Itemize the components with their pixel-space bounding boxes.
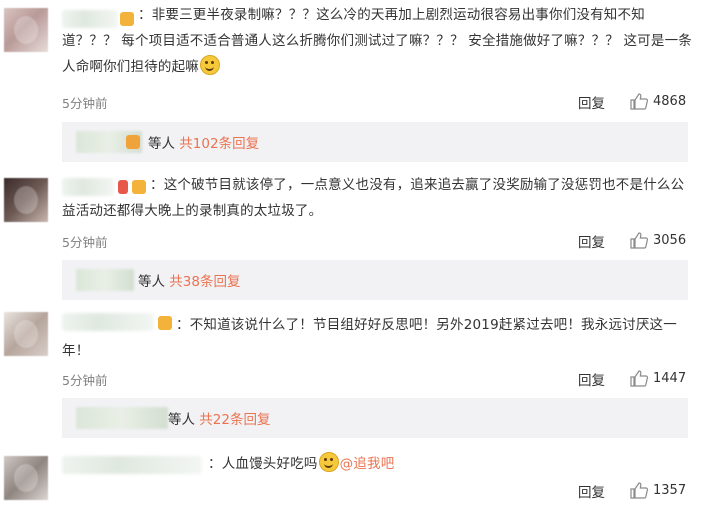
sub-reply-avatars bbox=[76, 269, 134, 291]
smiley-emoji-icon bbox=[200, 55, 220, 75]
sub-replies-box[interactable]: 等人 共22条回复 bbox=[62, 398, 688, 438]
sub-replies-box[interactable]: 等人 共38条回复 bbox=[62, 260, 688, 300]
avatar[interactable] bbox=[4, 456, 48, 500]
like-button[interactable]: 1357 bbox=[630, 480, 686, 500]
comment-time: 5分钟前 bbox=[62, 373, 108, 388]
thumbs-up-icon bbox=[630, 231, 648, 249]
comment-body: ：这个破节目就该停了，一点意义也没有，追来追去赢了没奖励输了没惩罚也不是什么公益… bbox=[62, 177, 685, 219]
sub-reply-summary: 等人 共38条回复 bbox=[138, 274, 241, 290]
comment-item: ：非要三更半夜录制嘛？？？这么冷的天再加上剧烈运动很容易出事你们没有知不知道？？… bbox=[0, 0, 712, 170]
like-button[interactable]: 3056 bbox=[630, 230, 686, 250]
view-replies-link[interactable]: 共38条回复 bbox=[169, 274, 240, 290]
like-count: 3056 bbox=[653, 232, 687, 248]
comment-body: ：不知道该说什么了！节目组好好反思吧！另外2019赶紧过去吧！我永远讨厌这一年！ bbox=[62, 317, 677, 359]
thumbs-up-icon bbox=[630, 481, 648, 499]
comment-text: ：这个破节目就该停了，一点意义也没有，追来追去赢了没奖励输了没惩罚也不是什么公益… bbox=[62, 172, 692, 224]
comment-time: 5分钟前 bbox=[62, 235, 108, 250]
reply-button[interactable]: 回复 bbox=[578, 92, 605, 112]
reply-button[interactable]: 回复 bbox=[578, 369, 605, 389]
avatar[interactable] bbox=[4, 312, 48, 356]
avatar[interactable] bbox=[4, 178, 48, 222]
comment-text: ：不知道该说什么了！节目组好好反思吧！另外2019赶紧过去吧！我永远讨厌这一年！ bbox=[62, 312, 692, 364]
comment-time: 5分钟前 bbox=[62, 96, 108, 111]
user-badge-icon bbox=[126, 135, 140, 149]
comment-body: ：人血馒头好吃吗 bbox=[208, 456, 318, 472]
like-button[interactable]: 1447 bbox=[630, 368, 686, 388]
like-count: 1447 bbox=[653, 370, 687, 386]
mention-link[interactable]: @追我吧 bbox=[340, 456, 395, 472]
like-button[interactable]: 4868 bbox=[630, 91, 686, 111]
like-count: 1357 bbox=[653, 482, 687, 498]
sub-replies-box[interactable]: 等人 共102条回复 bbox=[62, 122, 688, 162]
sub-reply-summary: 等人 共102条回复 bbox=[148, 136, 260, 152]
comment-item: ：这个破节目就该停了，一点意义也没有，追来追去赢了没奖励输了没惩罚也不是什么公益… bbox=[0, 170, 712, 308]
comment-text: ：人血馒头好吃吗 @追我吧 bbox=[208, 451, 508, 477]
sub-reply-avatars bbox=[76, 407, 168, 429]
like-count: 4868 bbox=[653, 93, 687, 109]
thumbs-up-icon bbox=[630, 369, 648, 387]
reply-button[interactable]: 回复 bbox=[578, 231, 605, 251]
comment-body: ：非要三更半夜录制嘛？？？这么冷的天再加上剧烈运动很容易出事你们没有知不知道？？… bbox=[62, 7, 692, 75]
username[interactable] bbox=[62, 456, 202, 474]
avatar[interactable] bbox=[4, 8, 48, 52]
view-replies-link[interactable]: 共22条回复 bbox=[199, 412, 270, 428]
comment-text: ：非要三更半夜录制嘛？？？这么冷的天再加上剧烈运动很容易出事你们没有知不知道？？… bbox=[62, 2, 692, 80]
comment-item: ：不知道该说什么了！节目组好好反思吧！另外2019赶紧过去吧！我永远讨厌这一年！… bbox=[0, 308, 712, 446]
thumbs-up-icon bbox=[630, 92, 648, 110]
smiley-emoji-icon bbox=[318, 452, 339, 472]
sub-reply-summary: 等人 共22条回复 bbox=[168, 412, 271, 428]
reply-button[interactable]: 回复 bbox=[578, 481, 605, 501]
comment-item: ：人血馒头好吃吗 @追我吧 回复 1357 bbox=[0, 446, 712, 509]
view-replies-link[interactable]: 共102条回复 bbox=[179, 136, 259, 152]
